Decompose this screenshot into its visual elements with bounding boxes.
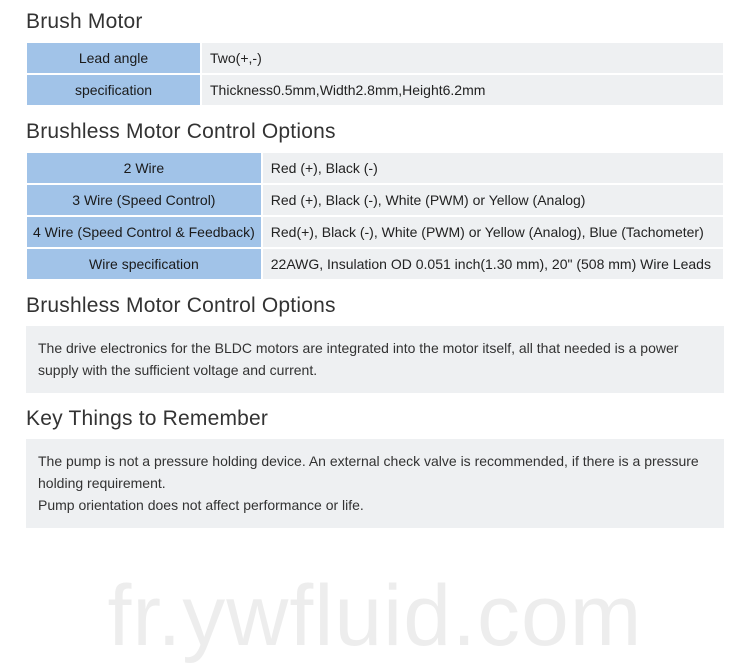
cell-value: 22AWG, Insulation OD 0.051 inch(1.30 mm)… — [262, 248, 724, 280]
cell-label: Lead angle — [26, 42, 201, 74]
table-row: specification Thickness0.5mm,Width2.8mm,… — [26, 74, 724, 106]
cell-value: Red (+), Black (-) — [262, 152, 724, 184]
heading-brushless-options-text: Brushless Motor Control Options — [26, 294, 724, 318]
cell-value: Two(+,-) — [201, 42, 724, 74]
table-brush-motor: Lead angle Two(+,-) specification Thickn… — [26, 42, 724, 106]
cell-label: 3 Wire (Speed Control) — [26, 184, 262, 216]
table-brushless-options: 2 Wire Red (+), Black (-) 3 Wire (Speed … — [26, 152, 724, 280]
cell-label: 4 Wire (Speed Control & Feedback) — [26, 216, 262, 248]
table-row: 2 Wire Red (+), Black (-) — [26, 152, 724, 184]
heading-key-things: Key Things to Remember — [26, 407, 724, 431]
heading-brushless-options: Brushless Motor Control Options — [26, 120, 724, 144]
infobox-bldc: The drive electronics for the BLDC motor… — [26, 326, 724, 393]
watermark-text: fr.ywfluid.com — [0, 567, 750, 666]
cell-value: Thickness0.5mm,Width2.8mm,Height6.2mm — [201, 74, 724, 106]
heading-brush-motor: Brush Motor — [26, 10, 724, 34]
cell-label: specification — [26, 74, 201, 106]
cell-value: Red(+), Black (-), White (PWM) or Yellow… — [262, 216, 724, 248]
table-row: 4 Wire (Speed Control & Feedback) Red(+)… — [26, 216, 724, 248]
cell-value: Red (+), Black (-), White (PWM) or Yello… — [262, 184, 724, 216]
table-row: 3 Wire (Speed Control) Red (+), Black (-… — [26, 184, 724, 216]
table-row: Wire specification 22AWG, Insulation OD … — [26, 248, 724, 280]
key-things-line2: Pump orientation does not affect perform… — [38, 495, 712, 517]
key-things-line1: The pump is not a pressure holding devic… — [38, 451, 712, 494]
infobox-key-things: The pump is not a pressure holding devic… — [26, 439, 724, 528]
cell-label: Wire specification — [26, 248, 262, 280]
cell-label: 2 Wire — [26, 152, 262, 184]
table-row: Lead angle Two(+,-) — [26, 42, 724, 74]
